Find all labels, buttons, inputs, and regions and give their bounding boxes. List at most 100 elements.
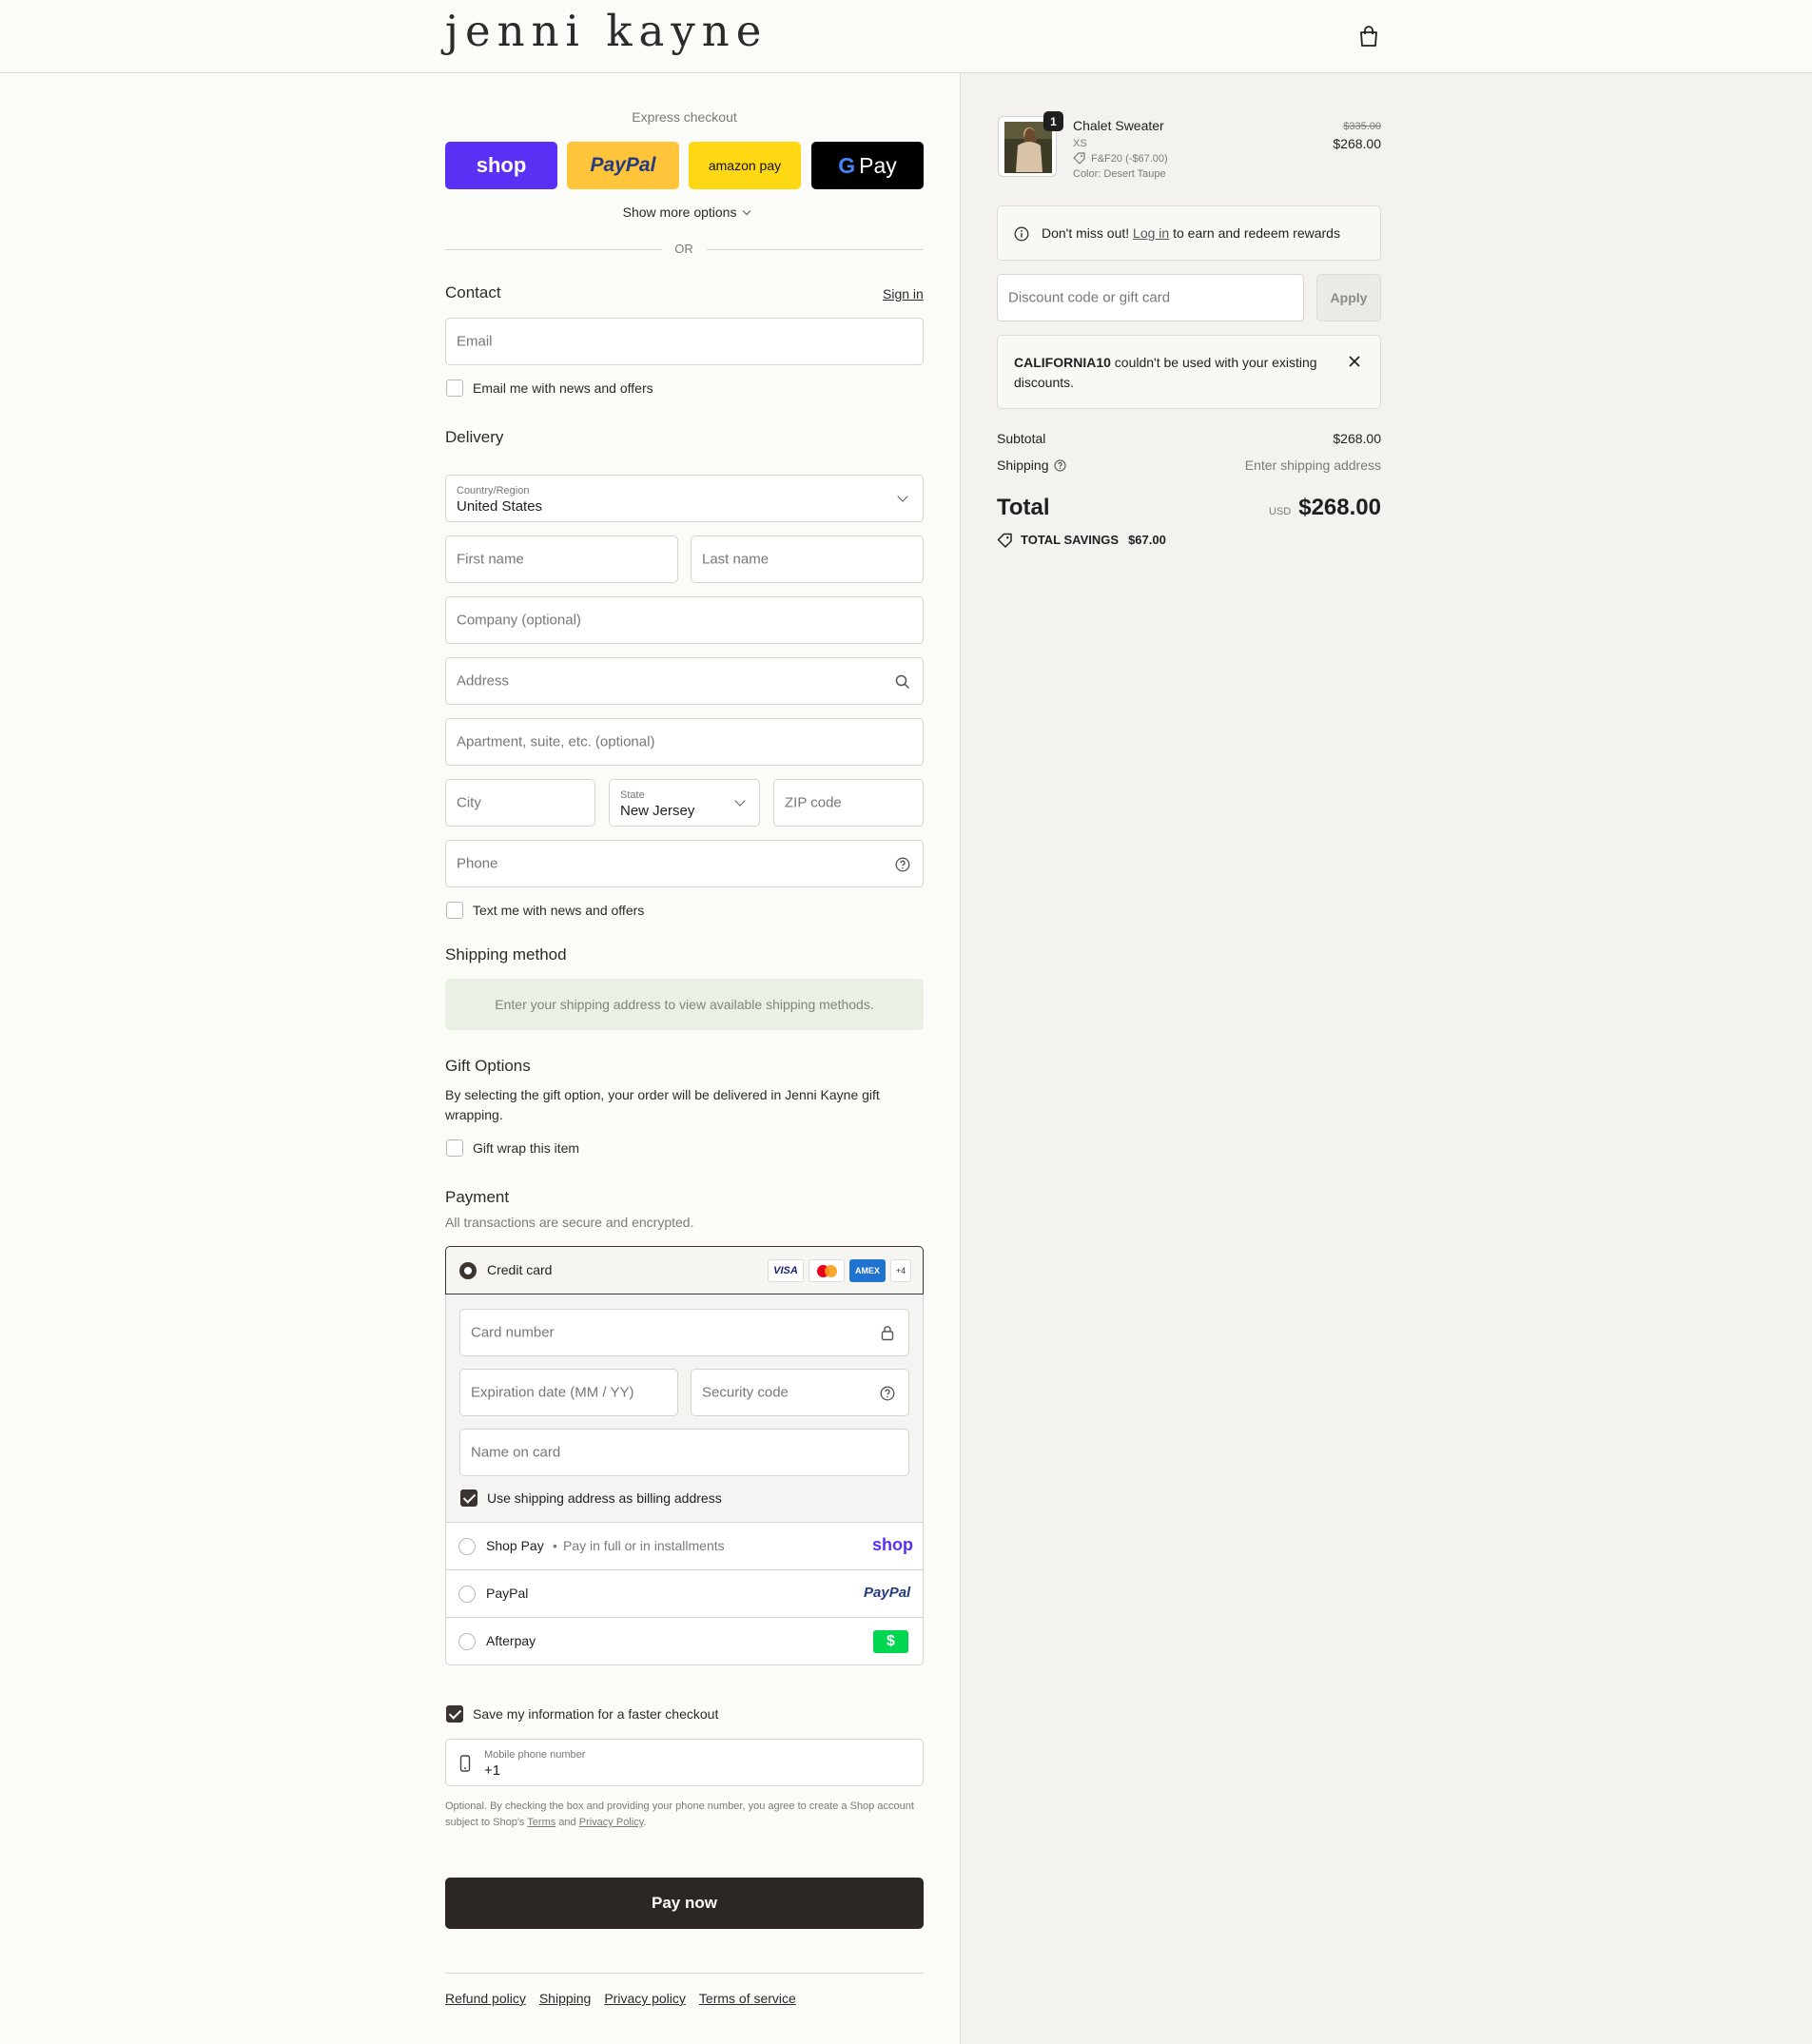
shop-pay-express-button[interactable]: shop [445, 142, 557, 189]
or-divider-label: OR [674, 242, 693, 256]
shipping-method-title: Shipping method [445, 945, 567, 964]
privacy-policy-link[interactable]: Privacy Policy [579, 1817, 644, 1828]
email-news-checkbox[interactable] [446, 380, 463, 397]
expiration-input[interactable]: Expiration date (MM / YY) [459, 1369, 678, 1416]
text-news-label: Text me with news and offers [473, 903, 645, 918]
quantity-value: 1 [1050, 114, 1057, 128]
billing-address-checkbox[interactable] [460, 1489, 477, 1507]
discount-error-line1: couldn't be used with your existing [1114, 355, 1317, 370]
city-placeholder: City [457, 794, 481, 811]
company-placeholder: Company (optional) [457, 612, 581, 629]
card-number-placeholder: Card number [471, 1324, 555, 1341]
phone-input[interactable]: Phone [445, 840, 924, 887]
rewards-banner: Don't miss out! Log in to earn and redee… [997, 205, 1381, 261]
afterpay-radio[interactable] [458, 1633, 476, 1650]
shop-pay-subtitle: Pay in full or in installments [563, 1538, 725, 1553]
google-pay-express-button[interactable]: G Pay [811, 142, 924, 189]
legal-and: and [558, 1817, 576, 1828]
mobile-phone-icon [459, 1755, 471, 1772]
gift-wrap-checkbox[interactable] [446, 1139, 463, 1157]
amex-icon: AMEX [849, 1259, 886, 1282]
terms-link[interactable]: Terms [527, 1817, 555, 1828]
credit-card-radio[interactable] [459, 1262, 477, 1279]
sign-in-link[interactable]: Sign in [883, 286, 924, 302]
google-g-icon: G [838, 152, 856, 178]
shipping-value: Enter shipping address [1244, 457, 1381, 473]
privacy-policy-footer-link[interactable]: Privacy policy [604, 1991, 686, 2006]
product-name: Chalet Sweater [1073, 118, 1164, 133]
shop-pay-radio[interactable] [458, 1538, 476, 1555]
credit-card-option[interactable]: Credit card VISA AMEX +4 [445, 1246, 924, 1295]
mastercard-icon [809, 1259, 845, 1282]
legal-line-1: Optional. By checking the box and provid… [445, 1801, 914, 1812]
paypal-logo: PayPal [864, 1585, 911, 1601]
email-placeholder: Email [457, 333, 493, 350]
shopping-bag-icon[interactable] [1358, 25, 1379, 48]
email-input[interactable]: Email [445, 318, 924, 365]
search-icon [895, 674, 910, 690]
address-input[interactable]: Address [445, 657, 924, 705]
amazon-pay-label: amazon pay [708, 158, 782, 173]
total-value: $268.00 [1298, 495, 1381, 520]
show-more-label: Show more options [622, 204, 737, 220]
help-circle-icon[interactable] [895, 857, 910, 872]
security-code-input[interactable]: Security code [691, 1369, 909, 1416]
visa-icon: VISA [768, 1259, 804, 1282]
lock-icon [881, 1326, 894, 1341]
more-cards-label: +4 [895, 1266, 906, 1275]
shop-pay-option[interactable]: Shop Pay • Pay in full or in installment… [446, 1522, 923, 1569]
paypal-radio[interactable] [458, 1586, 476, 1603]
express-checkout-title: Express checkout [632, 109, 737, 125]
discount-code-input[interactable]: Discount code or gift card [997, 274, 1304, 321]
shop-pay-logo: shop [872, 1535, 913, 1554]
mobile-phone-value: +1 [484, 1762, 501, 1779]
company-input[interactable]: Company (optional) [445, 596, 924, 644]
first-name-placeholder: First name [457, 551, 524, 568]
help-circle-icon[interactable] [1054, 459, 1066, 472]
afterpay-option[interactable]: Afterpay $ [446, 1617, 923, 1664]
apply-button[interactable]: Apply [1316, 274, 1381, 321]
save-info-checkbox[interactable] [446, 1705, 463, 1723]
total-amount: USD $268.00 [1269, 495, 1381, 521]
apartment-input[interactable]: Apartment, suite, etc. (optional) [445, 718, 924, 766]
pay-now-button[interactable]: Pay now [445, 1878, 924, 1929]
last-name-input[interactable]: Last name [691, 535, 924, 583]
mobile-phone-label: Mobile phone number [484, 1749, 586, 1761]
chevron-down-icon [897, 491, 908, 502]
log-in-link[interactable]: Log in [1133, 225, 1169, 241]
amazon-pay-express-button[interactable]: amazon pay [689, 142, 801, 189]
total-savings-value: $67.00 [1128, 533, 1166, 547]
text-news-checkbox[interactable] [446, 902, 463, 919]
last-name-placeholder: Last name [702, 551, 770, 568]
paypal-express-button[interactable]: PayPal [567, 142, 679, 189]
zip-input[interactable]: ZIP code [773, 779, 924, 827]
help-circle-icon[interactable] [880, 1386, 895, 1401]
state-select[interactable]: State New Jersey [609, 779, 760, 827]
paypal-option[interactable]: PayPal PayPal [446, 1569, 923, 1617]
close-icon[interactable] [1348, 355, 1361, 368]
expiration-placeholder: Expiration date (MM / YY) [471, 1384, 634, 1401]
discount-tag-icon [1073, 152, 1085, 165]
refund-policy-link[interactable]: Refund policy [445, 1991, 526, 2006]
shipping-method-notice: Enter your shipping address to view avai… [445, 979, 924, 1030]
save-info-label: Save my information for a faster checkou… [473, 1706, 719, 1722]
credit-card-label: Credit card [487, 1262, 553, 1277]
paypal-label: PayPal [486, 1586, 529, 1601]
show-more-options[interactable]: Show more options [445, 204, 924, 220]
city-input[interactable]: City [445, 779, 595, 827]
afterpay-logo-label: $ [887, 1633, 895, 1649]
country-select[interactable]: Country/Region United States [445, 475, 924, 522]
gift-wrap-label: Gift wrap this item [473, 1140, 580, 1156]
afterpay-logo-icon: $ [873, 1630, 908, 1653]
header: jenni kayne [0, 0, 1812, 73]
mobile-phone-input[interactable]: Mobile phone number +1 [445, 1739, 924, 1786]
card-number-input[interactable]: Card number [459, 1309, 909, 1356]
shipping-policy-link[interactable]: Shipping [539, 1991, 592, 2006]
first-name-input[interactable]: First name [445, 535, 678, 583]
divider-right [707, 249, 924, 250]
name-on-card-input[interactable]: Name on card [459, 1429, 909, 1476]
product-size: XS [1073, 138, 1087, 149]
terms-of-service-link[interactable]: Terms of service [699, 1991, 796, 2006]
brand-logo[interactable]: jenni kayne [445, 6, 768, 56]
discount-error-banner: CALIFORNIA10 couldn't be used with your … [997, 335, 1381, 409]
